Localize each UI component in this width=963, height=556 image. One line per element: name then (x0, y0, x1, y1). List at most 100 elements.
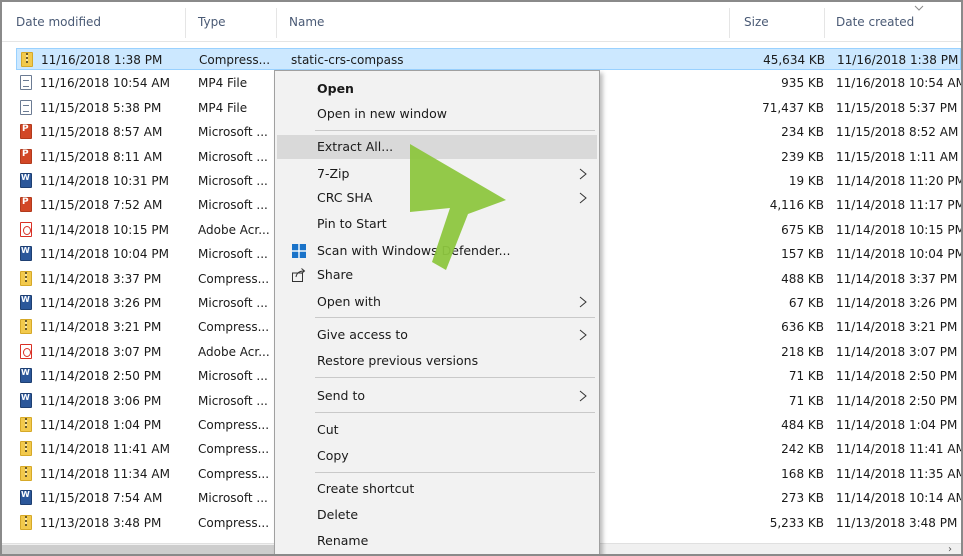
column-header-name[interactable]: Name (289, 2, 324, 42)
cell-size: 71,437 KB (762, 100, 824, 115)
cell-date-created: 11/14/2018 2:50 PM (836, 393, 958, 408)
cell-size: 239 KB (781, 149, 824, 164)
menu-item-cut[interactable]: Cut (277, 418, 597, 442)
mp4-file-icon (20, 99, 32, 115)
cell-date-modified: 11/14/2018 10:15 PM (40, 222, 169, 237)
menu-item-label: Share (317, 267, 354, 282)
cell-type: Microsoft ... (198, 247, 268, 262)
mp4-file-icon (20, 75, 32, 91)
zip-file-icon (21, 52, 33, 67)
cell-size: 67 KB (788, 296, 824, 310)
sort-descending-icon (914, 5, 924, 11)
cell-size: 71 KB (788, 393, 824, 408)
cell-type: Microsoft ... (198, 296, 268, 310)
cell-type: Compress... (198, 271, 270, 286)
cell-date-modified: 11/15/2018 8:11 AM (40, 149, 163, 164)
cell-date-modified: 11/14/2018 3:06 PM (40, 393, 162, 408)
column-header-size[interactable]: Size (744, 2, 769, 42)
table-row[interactable]: 11/16/2018 1:38 PM Compress... static-crs-… (16, 48, 961, 70)
cell-date-modified: 11/15/2018 7:54 AM (40, 491, 163, 506)
column-header-row: Date modified Type Name Size Date create… (2, 2, 961, 42)
zip-file-icon (20, 514, 32, 530)
word-file-icon (20, 392, 32, 408)
column-divider[interactable] (824, 8, 825, 38)
cell-type: MP4 File (198, 76, 248, 91)
menu-item-open-with[interactable]: Open with (277, 290, 597, 314)
zip-file-icon (20, 465, 32, 481)
submenu-arrow-icon (579, 192, 587, 204)
menu-separator (315, 377, 595, 378)
cell-date-modified: 11/15/2018 5:38 PM (40, 100, 162, 115)
column-divider[interactable] (276, 8, 277, 38)
word-file-icon (20, 490, 32, 506)
cell-type: Compress... (199, 53, 271, 67)
zip-file-icon (20, 441, 32, 457)
powerpoint-file-icon (20, 148, 32, 164)
cell-date-modified: 11/14/2018 10:31 PM (40, 174, 169, 188)
menu-separator (315, 130, 595, 131)
cell-type: Adobe Acr... (198, 222, 270, 237)
cell-type: Microsoft ... (198, 174, 268, 188)
cell-date-modified: 11/14/2018 3:21 PM (40, 320, 162, 335)
submenu-arrow-icon (579, 168, 587, 180)
cell-date-created: 11/14/2018 11:17 PM (836, 198, 963, 213)
zip-file-icon (20, 417, 32, 432)
cell-date-created: 11/14/2018 11:41 AM (836, 442, 963, 457)
powerpoint-file-icon (20, 124, 32, 140)
cell-date-created: 11/14/2018 1:04 PM (836, 418, 958, 432)
cell-date-created: 11/14/2018 10:14 AM (836, 491, 963, 506)
submenu-arrow-icon (579, 329, 587, 341)
cell-type: Compress... (198, 515, 270, 530)
cell-date-created: 11/14/2018 11:20 PM (836, 174, 963, 188)
cell-size: 636 KB (781, 320, 824, 335)
submenu-arrow-icon (579, 390, 587, 402)
menu-item-create-shortcut[interactable]: Create shortcut (277, 477, 597, 501)
cell-date-created: 11/14/2018 3:21 PM (836, 320, 958, 335)
cell-date-created: 11/14/2018 2:50 PM (836, 369, 958, 384)
menu-item-open-new-window[interactable]: Open in new window (277, 102, 597, 126)
column-header-date-modified[interactable]: Date modified (16, 2, 101, 42)
cell-date-created: 11/14/2018 10:15 PM (836, 222, 963, 237)
column-header-type[interactable]: Type (198, 2, 226, 42)
cell-date-modified: 11/14/2018 11:41 AM (40, 442, 170, 457)
cell-size: 19 KB (788, 174, 824, 188)
menu-item-label: Send to (317, 388, 366, 403)
zip-file-icon (20, 319, 32, 335)
column-header-date-created[interactable]: Date created (836, 2, 914, 42)
menu-item-label: Open with (317, 294, 381, 309)
menu-item-label: Extract All... (317, 139, 394, 154)
cell-date-modified: 11/14/2018 2:50 PM (40, 369, 162, 384)
column-divider[interactable] (729, 8, 730, 38)
column-divider[interactable] (185, 8, 186, 38)
share-icon (292, 268, 306, 282)
cell-size: 273 KB (781, 491, 824, 506)
cell-date-modified: 11/16/2018 1:38 PM (41, 53, 163, 67)
cell-date-created: 11/13/2018 3:48 PM (836, 515, 958, 530)
word-file-icon (20, 246, 32, 262)
menu-item-delete[interactable]: Delete (277, 503, 597, 527)
cell-size: 71 KB (788, 369, 824, 384)
cell-date-modified: 11/14/2018 3:37 PM (40, 271, 162, 286)
cell-size: 234 KB (781, 125, 824, 140)
menu-item-rename[interactable]: Rename (277, 529, 597, 553)
windows-defender-icon (292, 244, 306, 258)
word-file-icon (20, 173, 32, 188)
menu-item-restore-versions[interactable]: Restore previous versions (277, 349, 597, 373)
cell-type: Microsoft ... (198, 198, 268, 213)
cell-date-modified: 11/13/2018 3:48 PM (40, 515, 162, 530)
cell-size: 218 KB (781, 344, 824, 359)
cell-date-created: 11/14/2018 3:37 PM (836, 271, 958, 286)
cell-date-modified: 11/14/2018 3:26 PM (40, 296, 162, 310)
cell-size: 157 KB (781, 247, 824, 262)
zip-file-icon (20, 270, 32, 286)
menu-item-open[interactable]: Open (277, 77, 597, 101)
menu-separator (315, 317, 595, 318)
menu-item-copy[interactable]: Copy (277, 444, 597, 468)
word-file-icon (20, 295, 32, 310)
menu-item-give-access[interactable]: Give access to (277, 323, 597, 347)
cell-size: 168 KB (781, 466, 824, 481)
cell-date-created: 11/15/2018 1:11 AM (836, 149, 959, 164)
scroll-right-arrow-icon[interactable]: › (945, 544, 955, 554)
menu-item-send-to[interactable]: Send to (277, 384, 597, 408)
word-file-icon (20, 368, 32, 384)
